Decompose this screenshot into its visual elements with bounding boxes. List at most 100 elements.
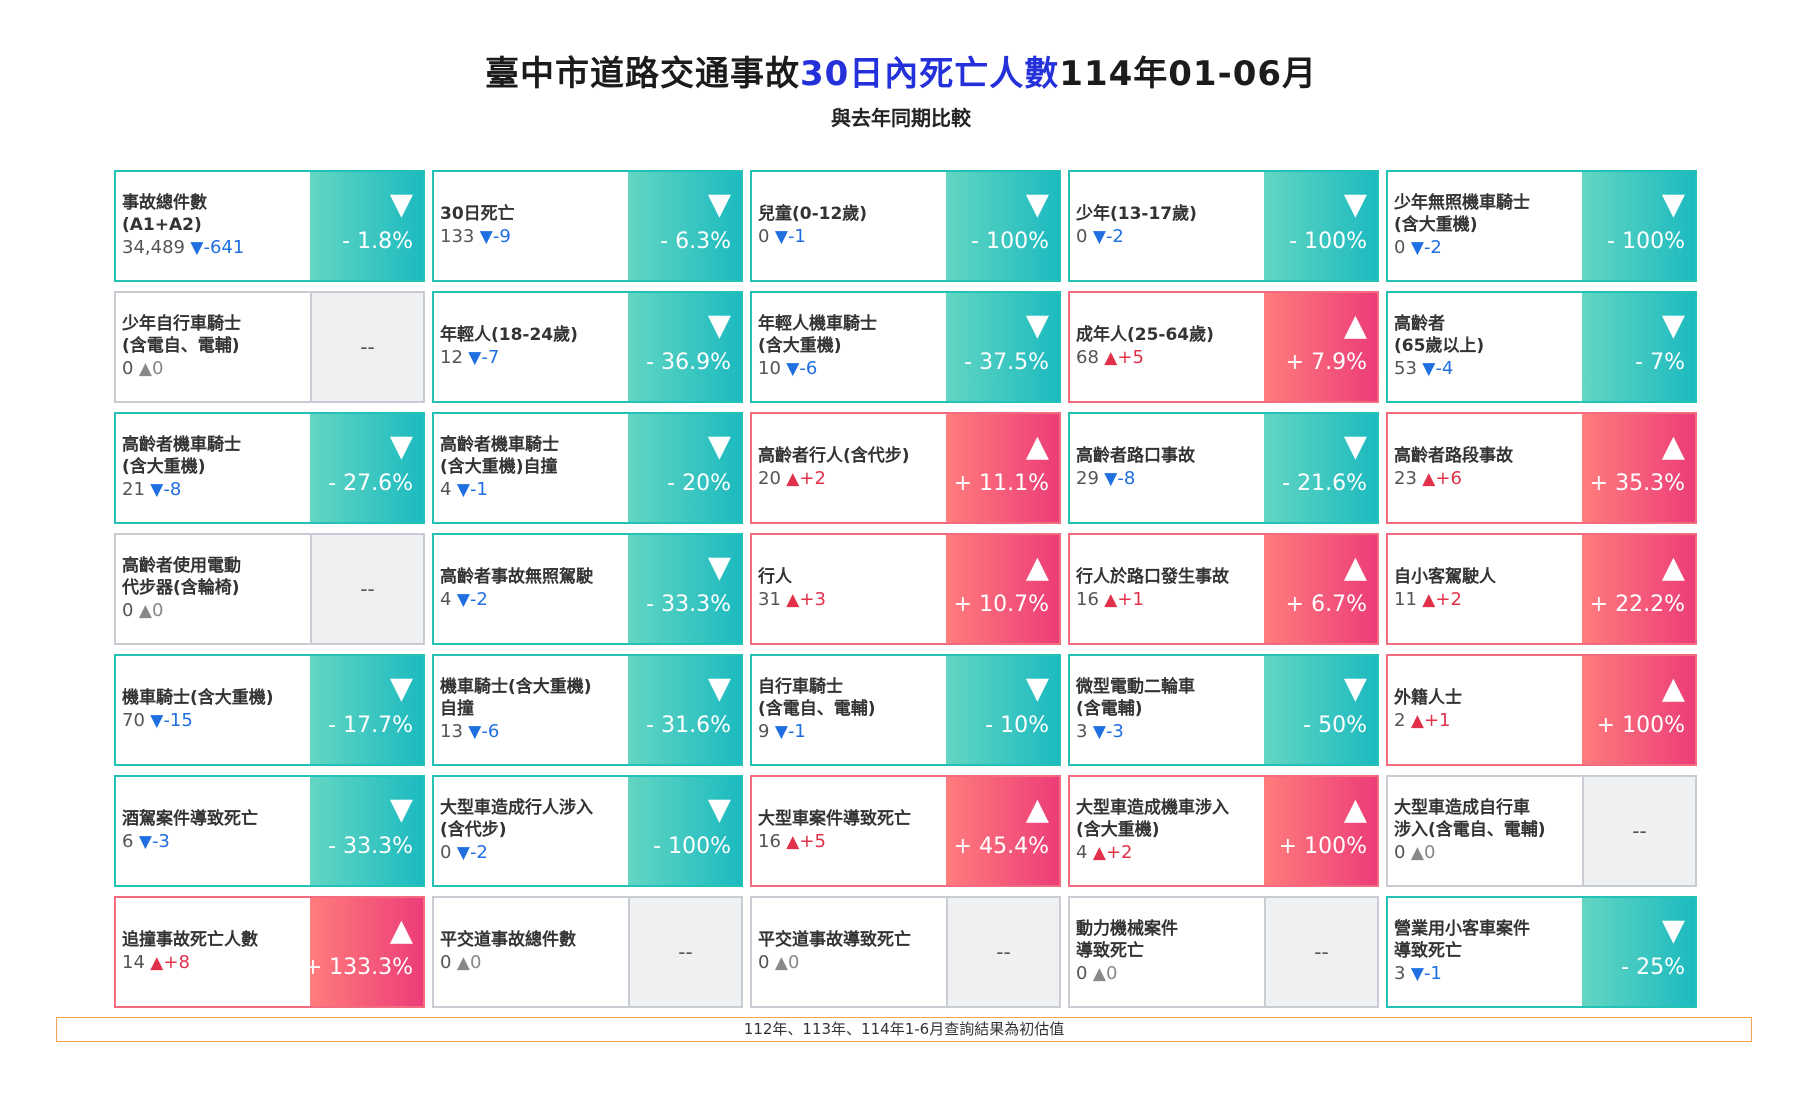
card-info: 動力機械案件 導致死亡 0 ▲0 bbox=[1070, 898, 1264, 1006]
card-percent: - 27.6% bbox=[328, 471, 413, 496]
card-label: 高齡者路口事故 bbox=[1076, 446, 1195, 466]
stat-card: 少年(13-17歲) 0 ▼-2 ▼ - 100% bbox=[1068, 170, 1379, 282]
stat-card: 平交道事故導致死亡 0 ▲0 -- bbox=[750, 896, 1061, 1008]
stat-card: 少年自行車騎士 (含電自、電輔) 0 ▲0 -- bbox=[114, 291, 425, 403]
down-arrow-icon: ▼ bbox=[1087, 227, 1106, 247]
neutral-arrow-icon: ▲ bbox=[133, 359, 152, 379]
card-percent: + 133.3% bbox=[303, 955, 413, 980]
card-trend-badge: ▼ - 100% bbox=[1264, 172, 1377, 280]
up-arrow-icon: ▲ bbox=[780, 832, 800, 852]
card-info: 大型車案件導致死亡 16 ▲+5 bbox=[752, 777, 946, 885]
card-value: 10 bbox=[758, 358, 781, 379]
card-value-row: 0 ▲0 bbox=[122, 357, 304, 381]
card-percent: - 100% bbox=[1289, 229, 1367, 254]
card-info: 高齡者使用電動 代步器(含輪椅) 0 ▲0 bbox=[116, 535, 310, 643]
down-arrow-icon: ▼ bbox=[769, 722, 788, 742]
card-value: 21 bbox=[122, 479, 145, 500]
card-label: 少年自行車騎士 (含電自、電輔) bbox=[122, 314, 241, 356]
card-value-row: 133 ▼-9 bbox=[440, 225, 622, 249]
card-value: 0 bbox=[122, 358, 134, 379]
card-info: 事故總件數 (A1+A2) 34,489 ▼-641 bbox=[116, 172, 310, 280]
card-info: 高齡者 (65歲以上) 53 ▼-4 bbox=[1388, 293, 1582, 401]
card-value: 11 bbox=[1394, 589, 1417, 610]
card-change: +5 bbox=[1117, 347, 1144, 368]
card-info: 大型車造成自行車 涉入(含電自、電輔) 0 ▲0 bbox=[1388, 777, 1582, 885]
stat-card: 行人於路口發生事故 16 ▲+1 ▲ + 6.7% bbox=[1068, 533, 1379, 645]
card-no-change: -- bbox=[996, 940, 1011, 964]
card-percent: - 6.3% bbox=[660, 229, 731, 254]
down-arrow-icon: ▼ bbox=[1098, 469, 1118, 489]
stat-card: 微型電動二輪車 (含電輔) 3 ▼-3 ▼ - 50% bbox=[1068, 654, 1379, 766]
triangle-down-icon: ▼ bbox=[1661, 308, 1685, 343]
card-trend-badge: ▲ + 100% bbox=[1582, 656, 1695, 764]
card-label: 平交道事故導致死亡 bbox=[758, 930, 911, 950]
stat-card: 高齡者機車騎士 (含大重機)自撞 4 ▼-1 ▼ - 20% bbox=[432, 412, 743, 524]
card-trend-badge: ▼ - 37.5% bbox=[946, 293, 1059, 401]
card-label: 少年(13-17歲) bbox=[1076, 204, 1197, 224]
stat-card: 30日死亡 133 ▼-9 ▼ - 6.3% bbox=[432, 170, 743, 282]
card-value: 0 bbox=[758, 226, 770, 247]
card-trend-badge: ▼ - 6.3% bbox=[628, 172, 741, 280]
card-info: 追撞事故死亡人數 14 ▲+8 bbox=[116, 898, 310, 1006]
card-value: 3 bbox=[1076, 721, 1088, 742]
card-label: 大型車案件導致死亡 bbox=[758, 809, 911, 829]
triangle-down-icon: ▼ bbox=[389, 429, 413, 464]
card-info: 年輕人(18-24歲) 12 ▼-7 bbox=[434, 293, 628, 401]
card-no-change: -- bbox=[360, 577, 375, 601]
card-value: 4 bbox=[440, 589, 452, 610]
card-value-row: 68 ▲+5 bbox=[1076, 346, 1258, 370]
card-change: -1 bbox=[469, 479, 488, 500]
card-percent: + 35.3% bbox=[1589, 471, 1685, 496]
triangle-up-icon: ▲ bbox=[1025, 550, 1049, 585]
card-info: 行人 31 ▲+3 bbox=[752, 535, 946, 643]
neutral-arrow-icon: ▲ bbox=[1405, 843, 1424, 863]
card-trend-badge: ▼ - 50% bbox=[1264, 656, 1377, 764]
card-label: 自行車騎士 (含電自、電輔) bbox=[758, 677, 876, 719]
triangle-down-icon: ▼ bbox=[389, 187, 413, 222]
card-value-row: 0 ▲0 bbox=[758, 951, 940, 975]
card-value-row: 3 ▼-3 bbox=[1076, 720, 1258, 744]
stat-card: 少年無照機車騎士 (含大重機) 0 ▼-2 ▼ - 100% bbox=[1386, 170, 1697, 282]
card-percent: + 11.1% bbox=[953, 471, 1049, 496]
card-label: 成年人(25-64歲) bbox=[1076, 325, 1214, 345]
card-trend-badge: ▲ + 7.9% bbox=[1264, 293, 1377, 401]
card-label: 兒童(0-12歲) bbox=[758, 204, 868, 224]
down-arrow-icon: ▼ bbox=[1405, 238, 1424, 258]
card-trend-badge: ▲ + 45.4% bbox=[946, 777, 1059, 885]
stat-card: 動力機械案件 導致死亡 0 ▲0 -- bbox=[1068, 896, 1379, 1008]
card-value-row: 0 ▼-2 bbox=[1076, 225, 1258, 249]
card-trend-badge: ▲ + 10.7% bbox=[946, 535, 1059, 643]
card-percent: + 45.4% bbox=[953, 834, 1049, 859]
card-trend-badge: ▼ - 33.3% bbox=[310, 777, 423, 885]
card-info: 機車騎士(含大重機) 70 ▼-15 bbox=[116, 656, 310, 764]
card-change: -641 bbox=[203, 237, 245, 258]
card-info: 機車騎士(含大重機) 自撞 13 ▼-6 bbox=[434, 656, 628, 764]
triangle-down-icon: ▼ bbox=[707, 671, 731, 706]
card-value: 16 bbox=[758, 831, 781, 852]
card-trend-badge: ▲ + 11.1% bbox=[946, 414, 1059, 522]
card-trend-badge: ▼ - 1.8% bbox=[310, 172, 423, 280]
card-trend-badge: -- bbox=[1582, 777, 1695, 885]
card-change: -3 bbox=[151, 831, 170, 852]
card-info: 酒駕案件導致死亡 6 ▼-3 bbox=[116, 777, 310, 885]
card-percent: - 33.3% bbox=[646, 592, 731, 617]
card-no-change: -- bbox=[678, 940, 693, 964]
card-value: 0 bbox=[1394, 842, 1406, 863]
stat-card: 高齡者使用電動 代步器(含輪椅) 0 ▲0 -- bbox=[114, 533, 425, 645]
card-percent: - 100% bbox=[1607, 229, 1685, 254]
down-arrow-icon: ▼ bbox=[1405, 964, 1424, 984]
card-value-row: 0 ▲0 bbox=[1076, 962, 1258, 986]
card-info: 兒童(0-12歲) 0 ▼-1 bbox=[752, 172, 946, 280]
up-arrow-icon: ▲ bbox=[780, 469, 800, 489]
card-label: 機車騎士(含大重機) 自撞 bbox=[440, 677, 592, 719]
card-value: 31 bbox=[758, 589, 781, 610]
card-info: 少年無照機車騎士 (含大重機) 0 ▼-2 bbox=[1388, 172, 1582, 280]
card-trend-badge: ▼ - 27.6% bbox=[310, 414, 423, 522]
card-percent: - 20% bbox=[667, 471, 731, 496]
card-change: 0 bbox=[469, 952, 482, 973]
card-value: 0 bbox=[758, 952, 770, 973]
card-value-row: 0 ▲0 bbox=[1394, 841, 1576, 865]
card-label: 少年無照機車騎士 (含大重機) bbox=[1394, 193, 1530, 235]
card-info: 平交道事故總件數 0 ▲0 bbox=[434, 898, 628, 1006]
card-value: 16 bbox=[1076, 589, 1099, 610]
